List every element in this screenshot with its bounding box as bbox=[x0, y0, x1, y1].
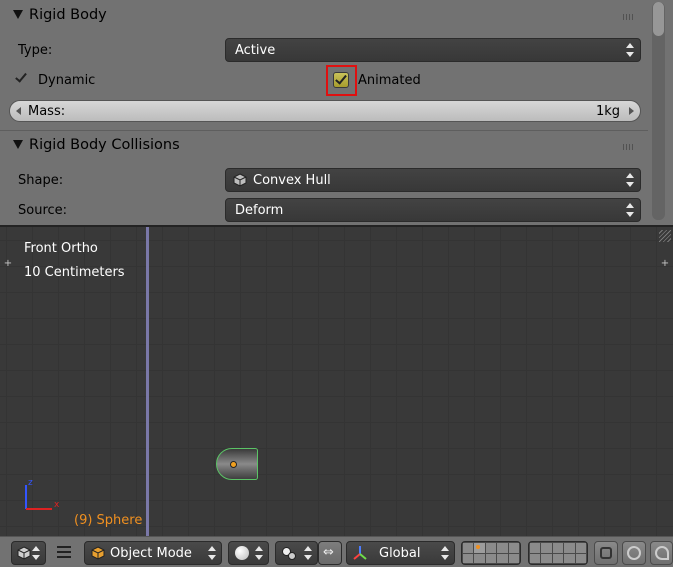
dropdown-arrows-icon bbox=[32, 546, 40, 560]
pivot-point-dropdown[interactable] bbox=[275, 541, 318, 565]
view-name: Front Ortho bbox=[24, 241, 98, 256]
z-axis-line bbox=[146, 227, 149, 536]
mode-dropdown[interactable]: Object Mode bbox=[84, 541, 222, 565]
properties-panel: Rigid Body Type: Active Dynamic Animated… bbox=[0, 0, 673, 225]
dropdown-arrows-icon bbox=[255, 546, 263, 560]
shape-value: Convex Hull bbox=[253, 173, 331, 188]
highlight-box bbox=[326, 65, 357, 96]
editor-type-button[interactable] bbox=[11, 541, 46, 565]
axis-x-label: x bbox=[54, 500, 60, 510]
source-value: Deform bbox=[235, 203, 284, 218]
3d-view-cube-icon bbox=[17, 546, 31, 560]
lock-layers-button[interactable] bbox=[594, 541, 618, 565]
object-origin-icon bbox=[230, 461, 237, 468]
rigid-body-panel-header[interactable]: Rigid Body bbox=[0, 1, 648, 31]
checkmark-icon bbox=[15, 70, 27, 83]
source-dropdown[interactable]: Deform bbox=[225, 198, 641, 222]
dropdown-arrows-icon bbox=[208, 546, 216, 560]
type-value: Active bbox=[235, 43, 276, 58]
layer-grid-2[interactable] bbox=[528, 541, 588, 565]
snap-magnet-icon bbox=[655, 546, 669, 560]
snap-button[interactable] bbox=[650, 541, 673, 565]
manipulator-toggle-button[interactable]: ⇔ bbox=[318, 541, 342, 565]
object-mode-cube-icon bbox=[91, 546, 105, 560]
grid-scale: 10 Centimeters bbox=[24, 265, 125, 280]
decrement-arrow-icon[interactable] bbox=[16, 107, 21, 115]
dropdown-arrows-icon bbox=[626, 203, 634, 217]
3d-viewport[interactable]: Front Ortho 10 Centimeters + + z x (9) S… bbox=[0, 225, 673, 536]
area-split-corner-icon[interactable] bbox=[659, 230, 671, 242]
mass-value: 1kg bbox=[595, 104, 620, 119]
drag-grip-icon[interactable] bbox=[623, 14, 635, 20]
manipulator-icon: ⇔ bbox=[323, 545, 334, 560]
mass-label: Mass: bbox=[28, 104, 66, 119]
source-label: Source: bbox=[18, 203, 68, 218]
collapse-triangle-icon[interactable] bbox=[13, 140, 23, 149]
drag-grip-icon[interactable] bbox=[623, 144, 635, 150]
orientation-value: Global bbox=[379, 546, 421, 561]
proportional-edit-button[interactable] bbox=[622, 541, 646, 565]
dynamic-checkbox[interactable] bbox=[14, 70, 30, 87]
increment-arrow-icon[interactable] bbox=[629, 107, 634, 115]
dynamic-label: Dynamic bbox=[38, 73, 96, 88]
layer-grid-1[interactable] bbox=[461, 541, 521, 565]
solid-shading-icon bbox=[235, 546, 249, 560]
rigid-body-collisions-title: Rigid Body Collisions bbox=[29, 137, 180, 153]
animated-label: Animated bbox=[358, 73, 421, 88]
collapse-triangle-icon[interactable] bbox=[13, 10, 23, 19]
shape-dropdown[interactable]: Convex Hull bbox=[225, 168, 641, 192]
active-object-name: (9) Sphere bbox=[74, 513, 143, 528]
menu-collapse-icon[interactable] bbox=[57, 546, 71, 558]
mode-value: Object Mode bbox=[110, 546, 192, 561]
active-layer[interactable] bbox=[474, 543, 485, 553]
transform-orientation-dropdown[interactable]: Global bbox=[346, 541, 455, 565]
scrollbar-thumb[interactable] bbox=[653, 2, 664, 36]
dropdown-arrows-icon bbox=[626, 173, 634, 187]
rigid-body-title: Rigid Body bbox=[29, 7, 107, 23]
properties-shelf-toggle-icon[interactable]: + bbox=[660, 259, 670, 269]
dropdown-arrows-icon bbox=[304, 546, 312, 560]
sphere-object[interactable] bbox=[216, 448, 258, 480]
proportional-edit-icon bbox=[627, 546, 641, 560]
tool-shelf-toggle-icon[interactable]: + bbox=[3, 259, 13, 269]
mass-slider[interactable]: Mass: 1kg bbox=[9, 100, 641, 122]
axis-gizmo-icon: z x bbox=[25, 478, 60, 510]
axis-z-label: z bbox=[28, 478, 33, 488]
type-dropdown[interactable]: Active bbox=[225, 38, 641, 62]
shape-label: Shape: bbox=[18, 173, 64, 188]
dropdown-arrows-icon bbox=[626, 43, 634, 57]
transform-orientation-icon bbox=[353, 546, 367, 560]
convex-hull-icon bbox=[233, 173, 247, 187]
dropdown-arrows-icon bbox=[441, 546, 449, 560]
viewport-header: Object Mode ⇔ Global bbox=[0, 536, 673, 567]
type-label: Type: bbox=[18, 43, 53, 58]
rigid-body-collisions-panel-header[interactable]: Rigid Body Collisions bbox=[0, 131, 648, 161]
layer-lock-icon bbox=[600, 547, 612, 559]
properties-scrollbar[interactable] bbox=[652, 2, 665, 220]
viewport-shading-dropdown[interactable] bbox=[228, 541, 269, 565]
